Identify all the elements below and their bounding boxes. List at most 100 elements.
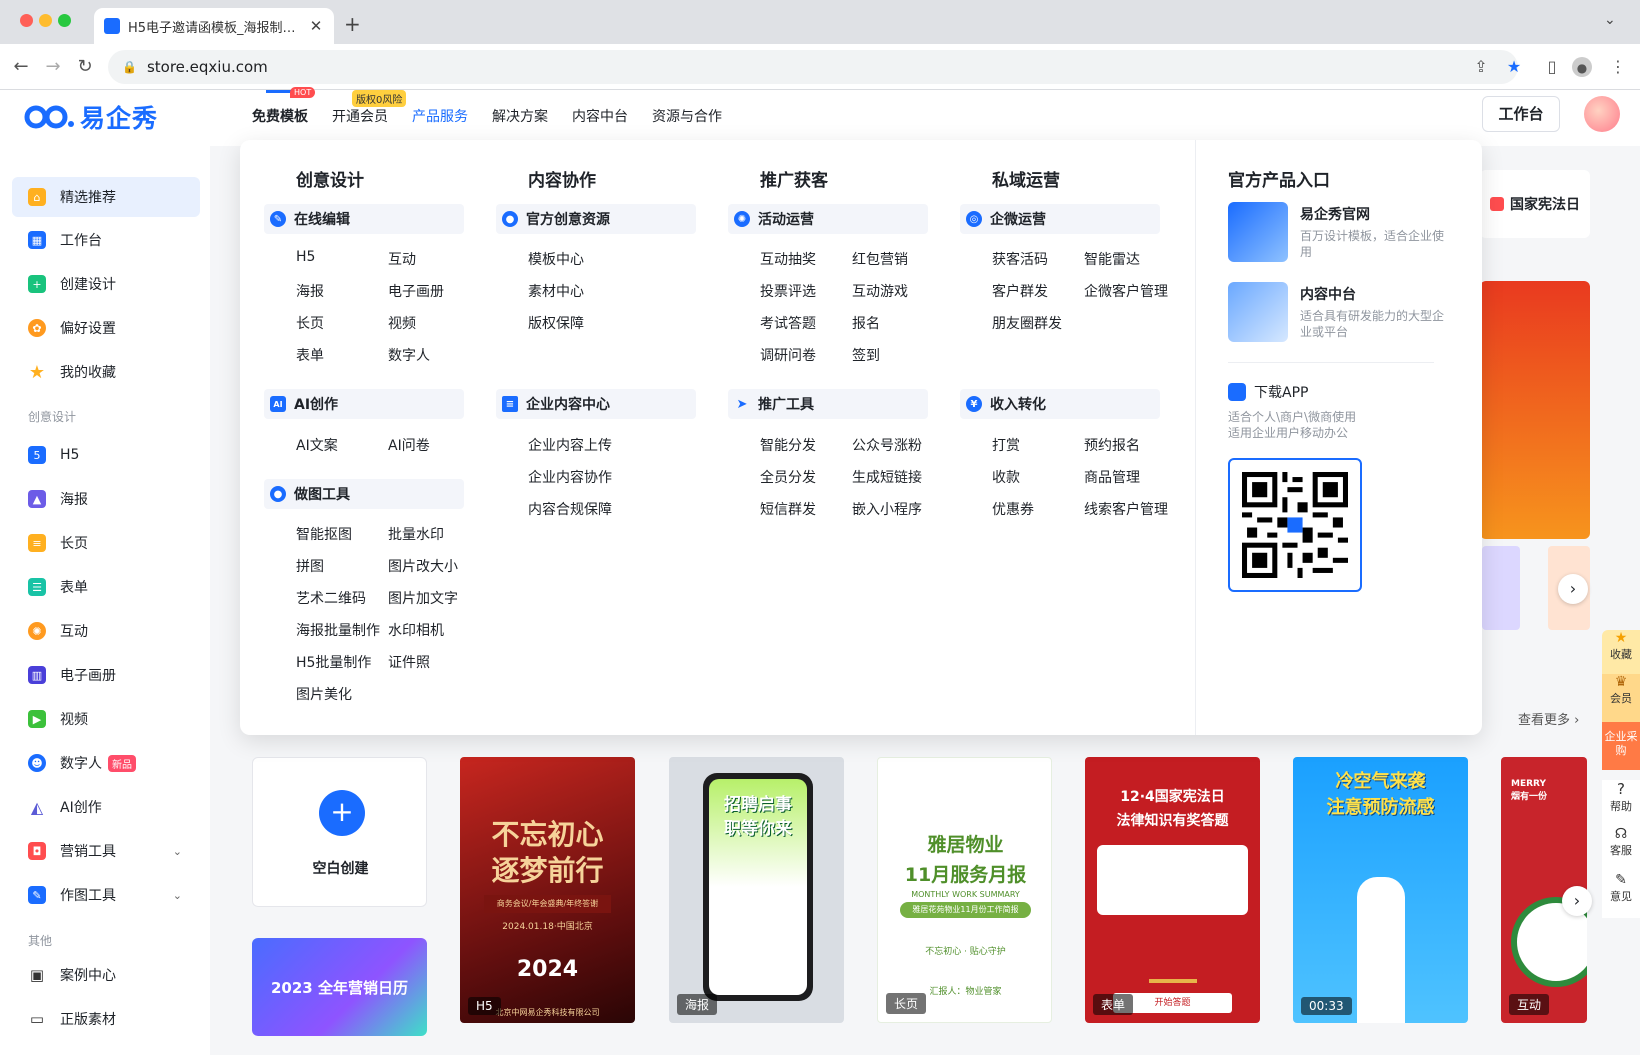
profile-icon[interactable]: ● — [1572, 57, 1592, 77]
menu-link[interactable]: 短信群发 — [760, 499, 816, 519]
menu-link[interactable]: 水印相机 — [388, 620, 444, 640]
menu-link[interactable]: 批量水印 — [388, 524, 444, 544]
menu-link[interactable]: 智能分发 — [760, 435, 816, 455]
menu-link[interactable]: 互动抽奖 — [760, 249, 816, 269]
menu-link[interactable]: 收款 — [992, 467, 1020, 487]
product-official-site[interactable]: 易企秀官网 百万设计模板，适合企业使用 — [1228, 202, 1458, 262]
rail-vip[interactable]: ♛ 会员 — [1602, 674, 1640, 722]
nav-resources[interactable]: 资源与合作 — [652, 106, 722, 126]
carousel-next-icon[interactable]: › — [1558, 574, 1588, 604]
menu-link[interactable]: 图片改大小 — [388, 556, 458, 576]
menu-link[interactable]: 线索客户管理 — [1084, 499, 1168, 519]
sidebar-item-ai[interactable]: ◭ AI创作 — [12, 787, 200, 827]
nav-content-platform[interactable]: 内容中台 — [572, 106, 628, 126]
workspace-button[interactable]: 工作台 — [1482, 96, 1560, 132]
rail-help[interactable]: ? 帮助 — [1602, 780, 1640, 826]
sidebar-item-longpage[interactable]: ≡ 长页 — [12, 523, 200, 563]
template-card[interactable]: 不忘初心 逐梦前行 商务会议/年会盛典/年终答谢 2024.01.18·中国北京 … — [460, 757, 635, 1023]
maximize-window-icon[interactable] — [58, 14, 71, 27]
menu-link[interactable]: 生成短链接 — [852, 467, 922, 487]
menu-link[interactable]: 证件照 — [388, 652, 430, 672]
menu-link[interactable]: 互动 — [388, 249, 416, 269]
menu-link[interactable]: 公众号涨粉 — [852, 435, 922, 455]
menu-link[interactable]: 模板中心 — [528, 249, 584, 269]
sidebar-item-video[interactable]: ▶ 视频 — [12, 699, 200, 739]
nav-products[interactable]: 产品服务 — [412, 106, 468, 126]
menu-link[interactable]: 视频 — [388, 313, 416, 333]
template-card[interactable]: 招聘启事 职等你来 海报 — [669, 757, 844, 1023]
menu-link[interactable]: 海报 — [296, 281, 324, 301]
menu-link[interactable]: 获客活码 — [992, 249, 1048, 269]
menu-link[interactable]: 拼图 — [296, 556, 324, 576]
rail-enterprise[interactable]: 企业采购 — [1602, 722, 1640, 770]
menu-link[interactable]: 智能抠图 — [296, 524, 352, 544]
menu-link[interactable]: H5批量制作 — [296, 652, 371, 672]
menu-link[interactable]: 打赏 — [992, 435, 1020, 455]
bookmark-star-icon[interactable]: ★ — [1503, 56, 1525, 78]
sidebar-item-favorites[interactable]: ★ 我的收藏 — [12, 352, 200, 392]
sidebar-item-ebook[interactable]: ▥ 电子画册 — [12, 655, 200, 695]
menu-link[interactable]: 投票评选 — [760, 281, 816, 301]
menu-link[interactable]: 企业内容上传 — [528, 435, 612, 455]
new-tab-icon[interactable]: + — [344, 12, 361, 36]
menu-link[interactable]: 图片美化 — [296, 684, 352, 704]
banner-chip[interactable]: 国家宪法日 — [1480, 170, 1590, 238]
banner-image[interactable] — [1480, 281, 1590, 539]
menu-link[interactable]: H5 — [296, 249, 315, 265]
template-card[interactable]: 冷空气来袭 注意预防流感 00:33 — [1293, 757, 1468, 1023]
menu-link[interactable]: 企微客户管理 — [1084, 281, 1168, 301]
sidebar-item-materials[interactable]: ▭ 正版素材 — [12, 999, 200, 1039]
nav-membership[interactable]: 开通会员 — [332, 106, 388, 126]
tab-search-icon[interactable]: ⌄ — [1604, 12, 1616, 28]
menu-link[interactable]: 红包营销 — [852, 249, 908, 269]
rail-feedback[interactable]: ✎ 意见 — [1602, 872, 1640, 918]
sidebar-item-featured[interactable]: ⌂ 精选推荐 — [12, 177, 200, 217]
rail-favorite[interactable]: ★ 收藏 — [1602, 630, 1640, 674]
menu-link[interactable]: AI问卷 — [388, 435, 430, 455]
menu-link[interactable]: 商品管理 — [1084, 467, 1140, 487]
blank-create-card[interactable]: + 空白创建 — [252, 757, 427, 907]
logo[interactable]: 易企秀 — [24, 99, 158, 135]
browser-tab[interactable]: H5电子邀请函模板_海报制作模板 ✕ — [94, 8, 334, 44]
menu-link[interactable]: 朋友圈群发 — [992, 313, 1062, 333]
menu-link[interactable]: 优惠券 — [992, 499, 1034, 519]
minimize-window-icon[interactable] — [39, 14, 52, 27]
sidebar-item-workspace[interactable]: ▦ 工作台 — [12, 220, 200, 260]
nav-solutions[interactable]: 解决方案 — [492, 106, 548, 126]
menu-link[interactable]: 嵌入小程序 — [852, 499, 922, 519]
forward-icon[interactable]: → — [42, 56, 64, 78]
menu-link[interactable]: 考试答题 — [760, 313, 816, 333]
reload-icon[interactable]: ↻ — [74, 56, 96, 78]
nav-free-templates[interactable]: 免费模板 — [252, 106, 308, 126]
sidebar-item-form[interactable]: ☰ 表单 — [12, 567, 200, 607]
menu-link[interactable]: 内容合规保障 — [528, 499, 612, 519]
menu-link[interactable]: 智能雷达 — [1084, 249, 1140, 269]
url-field[interactable]: 🔒 store.eqxiu.com — [108, 50, 1518, 84]
cards-next-icon[interactable]: › — [1562, 886, 1592, 916]
menu-link[interactable]: 全员分发 — [760, 467, 816, 487]
sidebar-item-poster[interactable]: ▲ 海报 — [12, 479, 200, 519]
template-card[interactable]: 12·4国家宪法日 法律知识有奖答题 开始答题 表单 — [1085, 757, 1260, 1023]
share-icon[interactable]: ⇪ — [1470, 56, 1492, 78]
menu-link[interactable]: 报名 — [852, 313, 880, 333]
download-app[interactable]: 下载APP — [1228, 382, 1308, 402]
sidebar-item-digital-human[interactable]: ☻ 数字人 新品 — [12, 743, 200, 783]
menu-link[interactable]: 数字人 — [388, 345, 430, 365]
sidebar-item-create[interactable]: + 创建设计 — [12, 264, 200, 304]
back-icon[interactable]: ← — [10, 56, 32, 78]
menu-link[interactable]: 调研问卷 — [760, 345, 816, 365]
sidebar-item-marketing[interactable]: ◘ 营销工具 ⌄ — [12, 831, 200, 871]
menu-link[interactable]: 艺术二维码 — [296, 588, 366, 608]
category-thumb[interactable] — [1482, 546, 1520, 630]
see-more-link[interactable]: 查看更多 › — [1518, 709, 1579, 728]
menu-link[interactable]: 表单 — [296, 345, 324, 365]
sidebar-item-preferences[interactable]: ✿ 偏好设置 — [12, 308, 200, 348]
menu-kebab-icon[interactable]: ⋮ — [1607, 56, 1629, 78]
rail-service[interactable]: ☊ 客服 — [1602, 826, 1640, 872]
menu-link[interactable]: 预约报名 — [1084, 435, 1140, 455]
avatar[interactable] — [1584, 96, 1620, 132]
sidebar-toggle-icon[interactable]: ▯ — [1541, 56, 1563, 78]
menu-link[interactable]: 客户群发 — [992, 281, 1048, 301]
sidebar-item-cases[interactable]: ▣ 案例中心 — [12, 955, 200, 995]
menu-link[interactable]: 电子画册 — [388, 281, 444, 301]
